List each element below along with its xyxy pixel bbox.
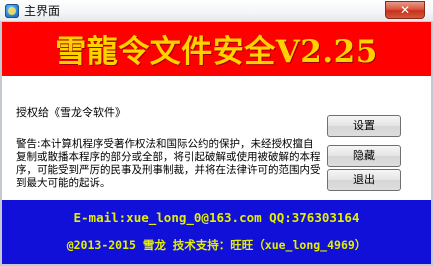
- copyright-support: @2013-2015 雪龙 技术支持：旺旺（xue_long_4969）: [66, 238, 367, 252]
- close-button[interactable]: ✕: [385, 1, 425, 19]
- hide-button[interactable]: 隐藏: [327, 145, 401, 167]
- warning-text: 警告:本计算机程序受著作权法和国际公约的保护，未经授权擅自复制或散播本程序的部分…: [16, 138, 321, 189]
- window-title: 主界面: [24, 4, 61, 18]
- banner-title: 雪龍令文件安全V2.25: [55, 34, 378, 70]
- content-panel: 授权给《雪龙令软件》 警告:本计算机程序受著作权法和国际公约的保护，未经授权擅自…: [2, 76, 431, 200]
- settings-button[interactable]: 设置: [327, 115, 401, 137]
- app-icon: [5, 4, 19, 18]
- main-window: 主界面 ✕ 雪龍令文件安全V2.25 授权给《雪龙令软件》 警告:本计算机程序受…: [0, 0, 433, 266]
- contact-info: E-mail:xue_long_0@163.com QQ:376303164: [73, 210, 360, 225]
- footer: E-mail:xue_long_0@163.com QQ:376303164 @…: [2, 200, 431, 264]
- title-bar[interactable]: 主界面 ✕: [0, 0, 433, 22]
- banner: 雪龍令文件安全V2.25: [2, 22, 431, 76]
- license-label: 授权给《雪龙令软件》: [16, 106, 126, 119]
- exit-button[interactable]: 退出: [327, 169, 401, 191]
